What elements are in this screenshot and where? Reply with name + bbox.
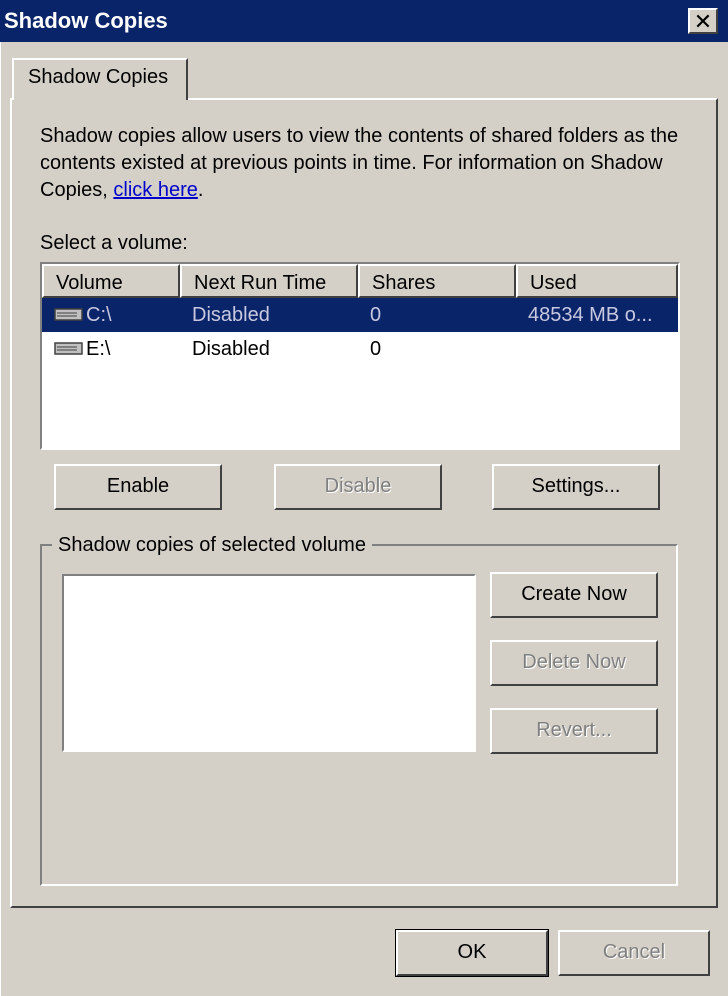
- help-link[interactable]: click here: [113, 179, 197, 201]
- column-header-next-run-time[interactable]: Next Run Time: [180, 264, 358, 298]
- window-title: Shadow Copies: [4, 8, 168, 33]
- column-header-volume[interactable]: Volume: [42, 264, 180, 298]
- settings-button[interactable]: Settings...: [492, 464, 660, 510]
- volume-list[interactable]: Volume Next Run Time Shares Used C:\ Dis…: [40, 262, 680, 450]
- select-volume-label: Select a volume:: [40, 232, 188, 254]
- ok-button[interactable]: OK: [395, 929, 549, 977]
- column-header-used[interactable]: Used: [516, 264, 678, 298]
- used-cell: 48534 MB o...: [528, 303, 653, 326]
- shadow-copies-list[interactable]: [62, 574, 476, 752]
- volume-name: E:\: [86, 337, 111, 360]
- title-bar: Shadow Copies ✕: [0, 0, 728, 42]
- intro-period: .: [197, 179, 204, 201]
- close-button[interactable]: ✕: [688, 8, 718, 34]
- revert-button[interactable]: Revert...: [490, 708, 658, 754]
- volume-name: C:\: [86, 303, 112, 326]
- next-run-cell: Disabled: [192, 303, 270, 326]
- snapshots-group-label: Shadow copies of selected volume: [52, 534, 372, 557]
- drive-icon: [54, 308, 83, 321]
- volume-list-header: Volume Next Run Time Shares Used: [42, 264, 678, 298]
- column-header-shares[interactable]: Shares: [358, 264, 516, 298]
- cancel-button[interactable]: Cancel: [558, 930, 710, 976]
- intro-text: Shadow copies allow users to view the co…: [40, 123, 690, 204]
- delete-now-button[interactable]: Delete Now: [490, 640, 658, 686]
- enable-button[interactable]: Enable: [54, 464, 222, 510]
- volume-cell: E:\: [42, 338, 180, 361]
- disable-button[interactable]: Disable: [274, 464, 442, 510]
- volume-row[interactable]: C:\ Disabled 0 48534 MB o...: [42, 298, 678, 332]
- next-run-cell: Disabled: [192, 337, 270, 360]
- volume-row[interactable]: E:\ Disabled 0: [42, 332, 678, 366]
- shares-cell: 0: [370, 337, 382, 360]
- volume-cell: C:\: [42, 304, 180, 327]
- shares-cell: 0: [370, 303, 382, 326]
- tab-shadow-copies[interactable]: Shadow Copies: [12, 58, 188, 100]
- create-now-button[interactable]: Create Now: [490, 572, 658, 618]
- drive-icon: [54, 342, 83, 355]
